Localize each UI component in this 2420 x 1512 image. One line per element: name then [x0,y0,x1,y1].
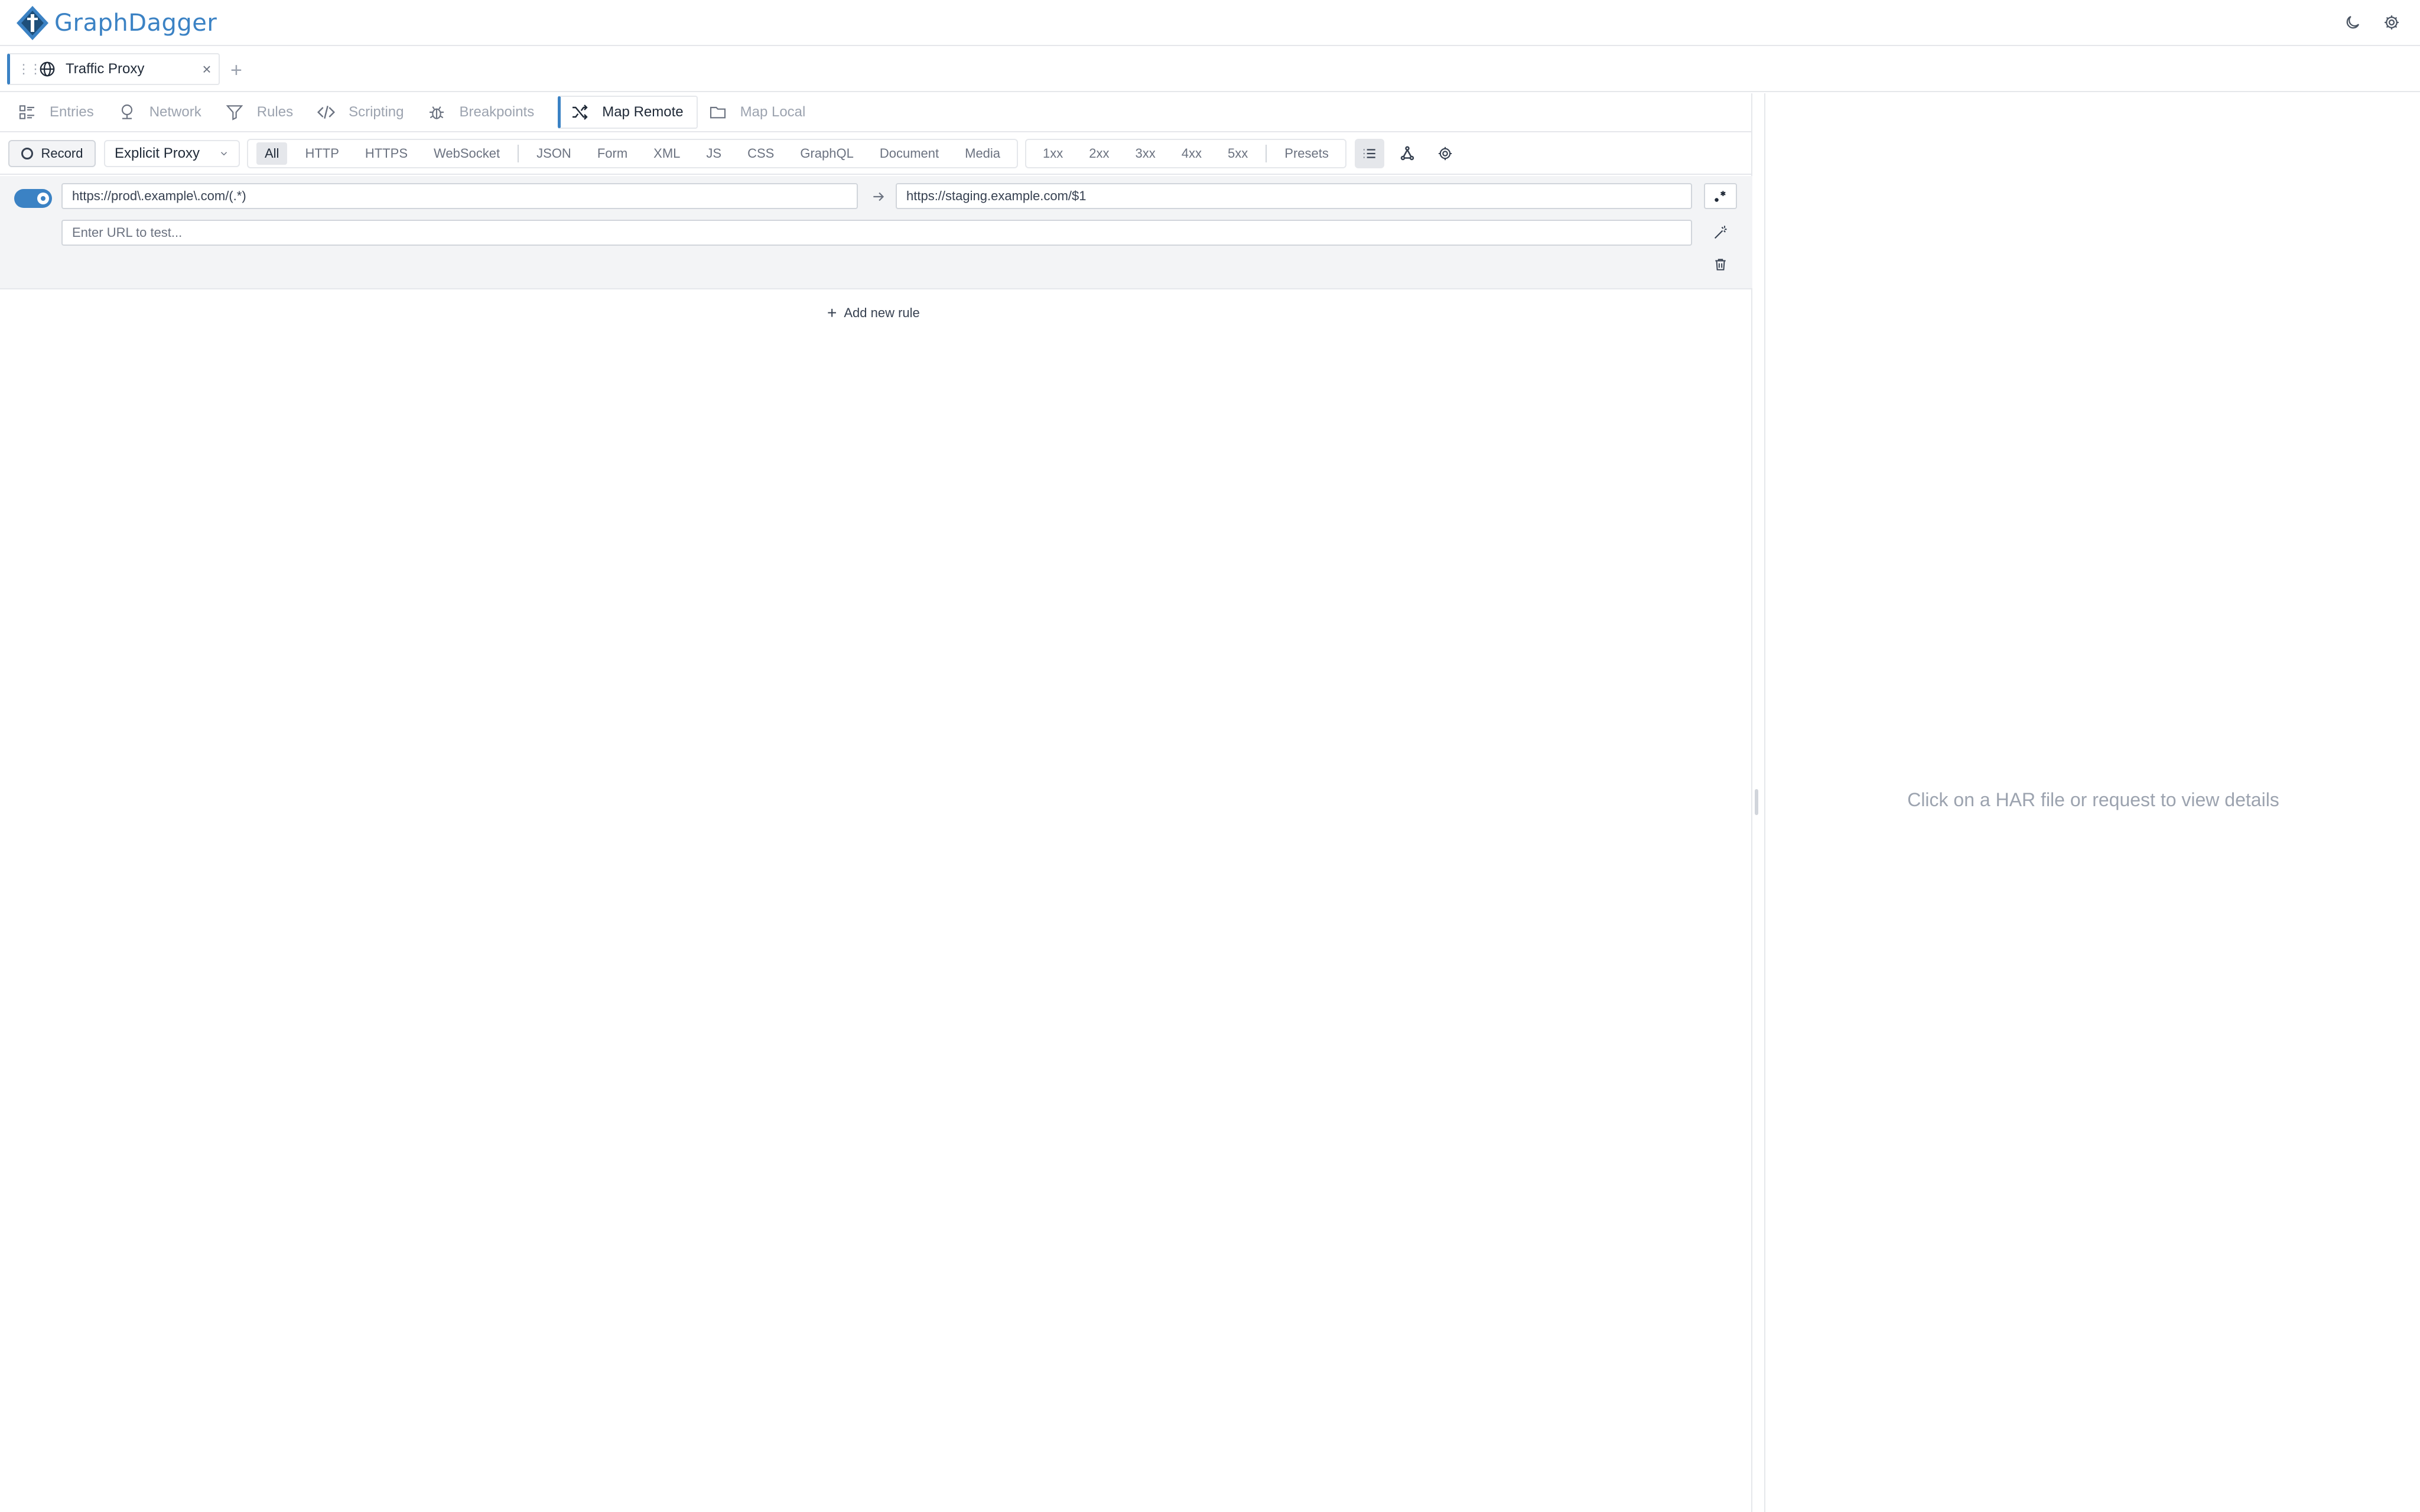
gear-icon [1438,146,1452,161]
filter-toolbar: Record Explicit Proxy All HTTP HTTPS Web… [0,133,1752,175]
map-remote-rule [0,176,1752,289]
filter-json[interactable]: JSON [528,142,580,165]
toggle-knob [37,193,49,204]
source-url-input[interactable] [61,183,858,209]
content-type-filters: All HTTP HTTPS WebSocket JSON Form XML J… [247,139,1019,168]
filter-all[interactable]: All [256,142,288,165]
filter-media[interactable]: Media [957,142,1009,165]
filter-document[interactable]: Document [871,142,947,165]
app-header: GraphDagger [0,0,2420,46]
add-tab-button[interactable]: + [230,59,242,82]
tab-scripting[interactable]: Scripting [317,96,417,129]
plus-icon: + [827,304,837,322]
delete-rule-button[interactable] [1704,252,1737,278]
dagger-logo-icon [17,6,48,40]
moon-icon[interactable] [2342,12,2363,33]
arrow-right-icon [873,192,884,201]
waterfall-view-button[interactable] [1393,139,1422,168]
list-icon [19,105,34,119]
regex-icon [1715,191,1726,202]
shuffle-icon [573,105,588,120]
test-rule-button[interactable] [1704,220,1737,246]
filter-5xx[interactable]: 5xx [1219,142,1256,165]
test-url-input[interactable] [61,220,1692,246]
gear-icon[interactable] [2381,12,2402,33]
filter-http[interactable]: HTTP [297,142,347,165]
close-tab-button[interactable]: × [195,60,219,79]
regex-button[interactable] [1704,183,1737,209]
filter-xml[interactable]: XML [645,142,688,165]
list-view-icon [1364,149,1375,158]
graph-icon [1400,146,1414,161]
tab-breakpoints[interactable]: Breakpoints [427,96,547,129]
filter-graphql[interactable]: GraphQL [792,142,862,165]
map-remote-panel: Entries Network Rules Scripting Breakpoi… [0,93,1752,1512]
toolbar-settings-button[interactable] [1430,139,1460,168]
tab-rules[interactable]: Rules [225,96,306,129]
target-url-input[interactable] [896,183,1692,209]
network-icon [121,104,132,119]
tab-network[interactable]: Network [118,96,214,129]
bug-icon [430,106,444,119]
filter-1xx[interactable]: 1xx [1035,142,1071,165]
session-title: Traffic Proxy [66,61,145,77]
trash-icon [1715,259,1726,271]
filter-3xx[interactable]: 3xx [1127,142,1164,165]
filter-js[interactable]: JS [698,142,730,165]
add-new-rule-button[interactable]: + Add new rule [827,304,920,322]
app-name: GraphDagger [54,9,217,37]
filter-websocket[interactable]: WebSocket [425,142,508,165]
globe-icon [40,61,55,77]
filter-form[interactable]: Form [589,142,636,165]
chevron-down-icon [220,152,227,156]
list-view-button[interactable] [1354,139,1384,168]
filter-divider [518,145,519,162]
filter-divider [1266,145,1267,162]
session-tab-traffic-proxy[interactable]: ⋮⋮ Traffic Proxy × [7,53,220,85]
presets-button[interactable]: Presets [1276,142,1337,165]
panel-resize-handle[interactable] [1755,789,1758,815]
rule-enabled-toggle[interactable] [14,189,52,208]
record-button[interactable]: Record [8,140,96,167]
code-icon [317,106,336,119]
tool-tabs: Entries Network Rules Scripting Breakpoi… [0,93,1752,132]
record-icon [21,148,33,159]
details-panel: Click on a HAR file or request to view d… [1764,93,2420,1512]
tab-map-local[interactable]: Map Local [708,96,819,129]
drag-handle-icon[interactable]: ⋮⋮ [17,61,42,77]
status-filters: 1xx 2xx 3xx 4xx 5xx Presets [1025,139,1346,168]
proxy-mode-select[interactable]: Explicit Proxy [104,140,240,167]
filter-https[interactable]: HTTPS [357,142,416,165]
wand-icon [1714,226,1727,239]
tab-entries[interactable]: Entries [18,96,107,129]
tab-map-remote[interactable]: Map Remote [558,96,698,129]
folder-icon [710,106,726,119]
app-logo[interactable]: GraphDagger [14,5,217,41]
filter-2xx[interactable]: 2xx [1081,142,1117,165]
filter-icon [226,105,243,120]
session-tab-bar: ⋮⋮ Traffic Proxy × + [0,47,2420,92]
details-empty-message: Click on a HAR file or request to view d… [1907,789,2279,810]
filter-css[interactable]: CSS [739,142,782,165]
filter-4xx[interactable]: 4xx [1173,142,1210,165]
proxy-mode-value: Explicit Proxy [115,145,200,161]
